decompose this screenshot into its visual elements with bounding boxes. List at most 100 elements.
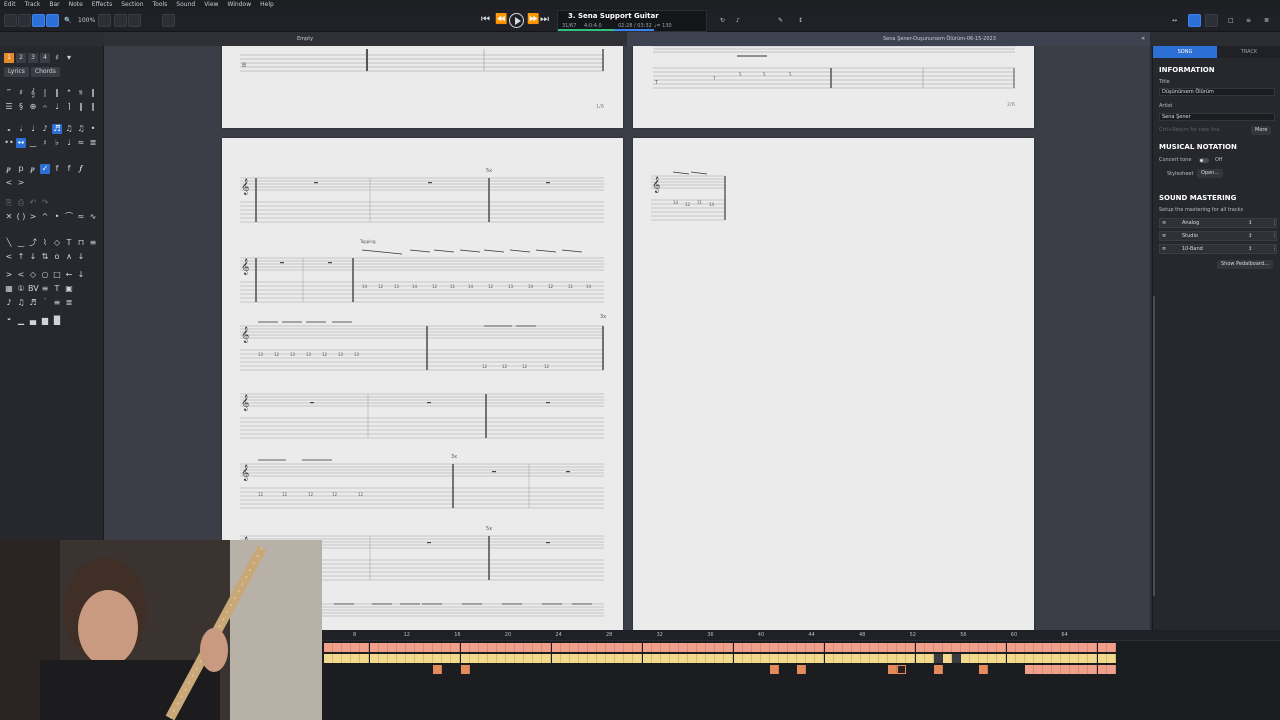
bar-block[interactable]	[697, 643, 707, 652]
trill-icon[interactable]: ≣	[88, 138, 98, 148]
bar-block[interactable]	[833, 654, 843, 663]
bar-block[interactable]	[769, 654, 779, 663]
bar-block[interactable]	[560, 643, 570, 652]
quarter-note-icon[interactable]: ♩	[28, 124, 38, 134]
bar-block[interactable]	[933, 665, 943, 674]
heavy-accent-icon[interactable]: ^	[40, 212, 50, 222]
bar-block[interactable]	[478, 643, 488, 652]
bar-block[interactable]	[1106, 654, 1116, 663]
bar-block[interactable]	[1033, 654, 1043, 663]
free-time-icon[interactable]: ∥	[88, 102, 98, 112]
pedal-icon[interactable]: ♪	[4, 298, 14, 308]
close-icon[interactable]: ✕	[1141, 36, 1145, 42]
chevron-updown-icon[interactable]: ↕	[1248, 219, 1252, 227]
bar-block[interactable]	[333, 654, 343, 663]
bar-block[interactable]	[1061, 654, 1071, 663]
sixty-fourth-note-icon[interactable]: ♫	[76, 124, 86, 134]
bar-block[interactable]	[433, 643, 443, 652]
play-button[interactable]	[509, 13, 524, 28]
thirty-second-note-icon[interactable]: ♫	[64, 124, 74, 134]
grace-icon[interactable]: ♩	[64, 138, 74, 148]
menu-note[interactable]: Note	[69, 0, 83, 9]
bar-block[interactable]	[415, 654, 424, 663]
chord-diagram-icon[interactable]: ♯	[52, 53, 62, 63]
bar-block[interactable]	[660, 643, 670, 652]
sixteenth-note-icon[interactable]: ♬	[52, 124, 62, 134]
palm-mute-icon[interactable]: ≈	[76, 212, 86, 222]
eighth-note-icon[interactable]: ♪	[40, 124, 50, 134]
chevron-down-icon[interactable]: ▾	[64, 53, 74, 63]
bar-block[interactable]	[1015, 643, 1025, 652]
bar-block[interactable]	[733, 643, 743, 652]
stroke-right-icon[interactable]: >	[4, 270, 14, 280]
bar-block[interactable]	[1097, 665, 1107, 674]
bar-block[interactable]	[1042, 643, 1052, 652]
zoom-icon[interactable]: 🔍	[64, 17, 71, 24]
bar-block[interactable]	[988, 643, 998, 652]
direction-icon[interactable]: ⊕	[28, 102, 38, 112]
inspector-scrollbar[interactable]	[1153, 296, 1155, 596]
clef-icon[interactable]: 𝄞	[28, 88, 38, 98]
bar-block[interactable]	[442, 643, 452, 652]
bar-block[interactable]	[997, 643, 1007, 652]
artist-field[interactable]: Sena Şener	[1159, 113, 1275, 121]
bar-block[interactable]	[888, 654, 898, 663]
multitrack-icon[interactable]	[98, 14, 111, 27]
bar-block[interactable]	[606, 654, 616, 663]
tremolo-bar-icon[interactable]: ⌇	[40, 238, 50, 248]
bar-block[interactable]	[951, 654, 961, 663]
bar-block[interactable]	[815, 654, 825, 663]
hammer-on-icon[interactable]: ‿	[16, 238, 26, 248]
bar-block[interactable]	[1061, 643, 1071, 652]
bar-block[interactable]	[624, 643, 634, 652]
bar-block[interactable]	[915, 643, 925, 652]
bar-block[interactable]	[751, 643, 761, 652]
breath-icon[interactable]: 𝄒	[40, 298, 50, 308]
time-signature-icon[interactable]: ‴	[4, 88, 14, 98]
bar-block[interactable]	[979, 665, 989, 674]
bar-block[interactable]	[888, 643, 898, 652]
bar-block[interactable]	[924, 643, 934, 652]
undo-small-icon[interactable]: ↶	[28, 198, 38, 208]
bar-block[interactable]	[351, 654, 361, 663]
dynamic-mp-icon[interactable]: 𝆏	[28, 164, 38, 174]
bar-block[interactable]	[879, 654, 889, 663]
bar-block[interactable]	[597, 643, 606, 652]
bar-block[interactable]	[842, 643, 852, 652]
menu-effects[interactable]: Effects	[92, 0, 112, 9]
bar-block[interactable]	[1106, 665, 1116, 674]
ottava-icon[interactable]: ♬	[28, 298, 38, 308]
bend-icon[interactable]: ⤴	[28, 238, 38, 248]
bar-block[interactable]	[515, 654, 525, 663]
trill-small-icon[interactable]: ≣	[64, 298, 74, 308]
alternate-ending-icon[interactable]: ⌉	[64, 102, 74, 112]
bar-block[interactable]	[451, 643, 461, 652]
bar-block[interactable]	[578, 654, 588, 663]
bar-block[interactable]	[451, 654, 461, 663]
segno-icon[interactable]: 𝄋	[76, 88, 86, 98]
bar-block[interactable]	[424, 643, 434, 652]
bar-block[interactable]	[906, 654, 916, 663]
staccato-icon[interactable]: •	[52, 212, 62, 222]
bar-block[interactable]	[860, 643, 870, 652]
bar-block[interactable]	[1052, 665, 1061, 674]
bar-block[interactable]	[733, 654, 743, 663]
bar-block[interactable]	[988, 654, 998, 663]
bar-block[interactable]	[942, 643, 952, 652]
bar-block[interactable]	[724, 654, 734, 663]
track-timeline[interactable]: 8 12 16 20 24 28 32 36 40 44 48 52 56 60 64	[322, 630, 1280, 720]
arpeggio-up-icon[interactable]: ↑	[16, 252, 26, 262]
tapping-icon[interactable]: T	[64, 238, 74, 248]
view-mode-screen-icon[interactable]	[18, 14, 31, 27]
fit-width-icon[interactable]: ↔	[1172, 17, 1177, 24]
bar-block[interactable]	[487, 654, 497, 663]
bar-block[interactable]	[906, 643, 916, 652]
bar-block[interactable]	[769, 643, 779, 652]
print-icon[interactable]	[162, 14, 175, 27]
menu-view[interactable]: View	[204, 0, 218, 9]
bar-block[interactable]	[851, 643, 861, 652]
rest-icon[interactable]: 𝄽	[40, 138, 50, 148]
bar-block[interactable]	[1088, 643, 1098, 652]
bar-block[interactable]	[797, 643, 807, 652]
graph-icon[interactable]: ▁	[16, 316, 26, 326]
